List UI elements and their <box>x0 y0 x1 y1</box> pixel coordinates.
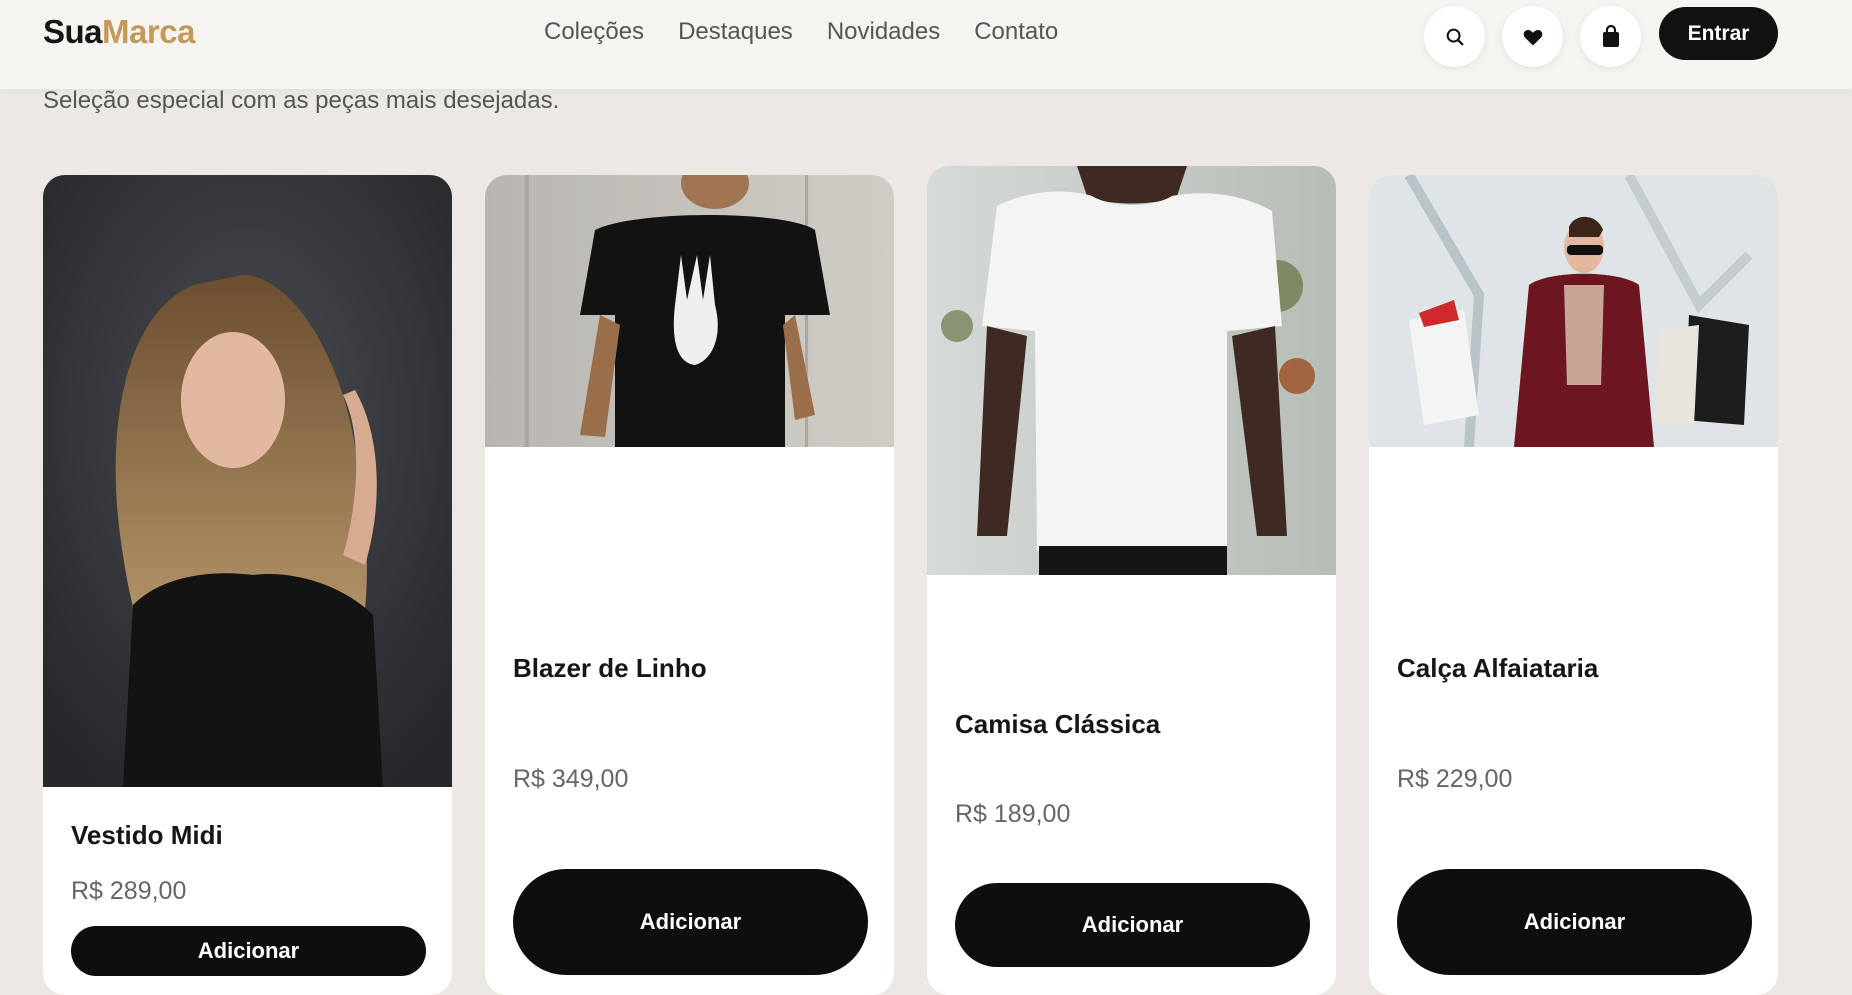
brand-logo-part2: Marca <box>102 13 195 50</box>
product-card-vestido-midi[interactable]: Vestido Midi R$ 289,00 Adicionar <box>43 175 452 995</box>
product-name: Calça Alfaiataria <box>1397 653 1599 683</box>
product-price: R$ 289,00 <box>71 877 187 905</box>
product-image-blazer-de-linho <box>485 175 894 447</box>
nav-link-colecoes[interactable]: Coleções <box>544 18 644 46</box>
add-to-cart-button[interactable]: Adicionar <box>71 926 426 976</box>
top-header: SuaMarca Coleções Destaques Novidades Co… <box>0 0 1852 89</box>
add-to-cart-button[interactable]: Adicionar <box>513 869 868 975</box>
product-name: Camisa Clássica <box>955 709 1161 739</box>
product-card-blazer-de-linho[interactable]: Blazer de Linho R$ 349,00 Adicionar <box>485 175 894 995</box>
brand-logo-part1: Sua <box>43 13 103 50</box>
product-card-camisa-classica[interactable]: Camisa Clássica R$ 189,00 Adicionar <box>927 166 1336 995</box>
login-button[interactable]: Entrar <box>1659 7 1778 60</box>
main-nav: Coleções Destaques Novidades Contato <box>544 18 1058 46</box>
product-price: R$ 349,00 <box>513 765 629 793</box>
product-card-calca-alfaiataria[interactable]: Calça Alfaiataria R$ 229,00 Adicionar <box>1369 175 1778 995</box>
product-image-calca-alfaiataria <box>1369 175 1778 447</box>
product-name: Blazer de Linho <box>513 653 707 683</box>
product-price: R$ 189,00 <box>955 800 1071 828</box>
brand-logo[interactable]: SuaMarca <box>43 13 195 51</box>
add-to-cart-button[interactable]: Adicionar <box>1397 869 1752 975</box>
product-image-vestido-midi <box>43 175 452 787</box>
wishlist-button[interactable] <box>1502 6 1563 67</box>
nav-link-destaques[interactable]: Destaques <box>678 18 793 46</box>
nav-link-contato[interactable]: Contato <box>974 18 1058 46</box>
section-subtitle: Seleção especial com as peças mais desej… <box>43 87 560 114</box>
add-to-cart-button[interactable]: Adicionar <box>955 883 1310 967</box>
product-name: Vestido Midi <box>71 820 223 850</box>
cart-button[interactable] <box>1580 6 1641 67</box>
product-image-camisa-classica <box>927 166 1336 575</box>
heart-icon <box>1523 29 1542 45</box>
search-icon <box>1446 28 1463 45</box>
product-price: R$ 229,00 <box>1397 765 1513 793</box>
nav-link-novidades[interactable]: Novidades <box>827 18 940 46</box>
bag-icon <box>1602 24 1619 47</box>
search-button[interactable] <box>1424 6 1485 67</box>
